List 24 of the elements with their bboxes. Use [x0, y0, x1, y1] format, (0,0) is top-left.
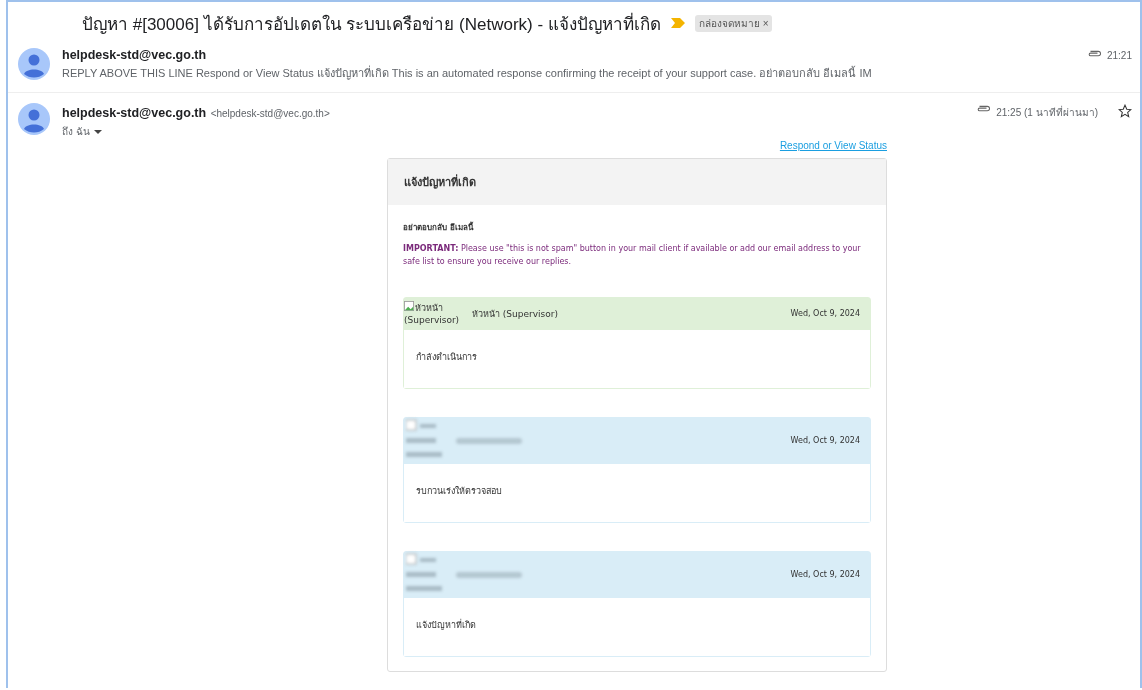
broken-image-icon — [404, 300, 414, 311]
message-time: 21:21 — [1106, 50, 1132, 61]
author-name: หัวหน้า (Supervisor) — [472, 307, 558, 321]
message-snippet[interactable]: REPLY ABOVE THIS LINE Respond or View Status แจ้งปัญหาที่เกิด This is an automated response confirming the receipt of your support case. อย่าตอบกลับ อีเมลนี้ IM — [62, 64, 1087, 82]
label-text: กล่องจดหมาย — [698, 17, 760, 29]
entry-date: Wed, Oct 9, 2024 — [790, 570, 860, 580]
broken-image-alt-text: หัวหน้า (Supervisor) — [404, 300, 461, 327]
sender-name: helpdesk-std@vec.go.th — [62, 48, 208, 62]
sender-address: <helpdesk-std@vec.go.th> — [210, 108, 330, 119]
notice-text: อย่าตอบกลับ อีเมลนี้ — [403, 221, 475, 234]
email-subject: ปัญหา #[30006] ได้รับการอัปเดตใน ระบบเครือข่าย (Network) - แจ้งปัญหาที่เกิด — [82, 11, 661, 36]
avatar-icon — [18, 48, 50, 80]
recipient-dropdown[interactable]: ถึง ฉัน — [62, 124, 102, 139]
card-title: แจ้งปัญหาที่เกิด — [388, 159, 886, 205]
star-icon[interactable] — [1118, 104, 1132, 118]
importance-marker-icon[interactable] — [670, 18, 685, 28]
caret-icon — [93, 129, 102, 134]
message-time: 21:25 (1 นาทีที่ผ่านมา) — [996, 105, 1098, 120]
avatar-icon — [18, 103, 50, 135]
entry-date: Wed, Oct 9, 2024 — [790, 309, 860, 319]
entry-date: Wed, Oct 9, 2024 — [790, 436, 860, 446]
remove-label-button[interactable]: × — [762, 17, 769, 29]
important-notice: IMPORTANT: Please use "this is not spam" button in your mail client if available or add our email address to your safe list to ensure you receive our replies. — [403, 243, 862, 268]
sender-name: helpdesk-std@vec.go.th — [62, 106, 207, 120]
